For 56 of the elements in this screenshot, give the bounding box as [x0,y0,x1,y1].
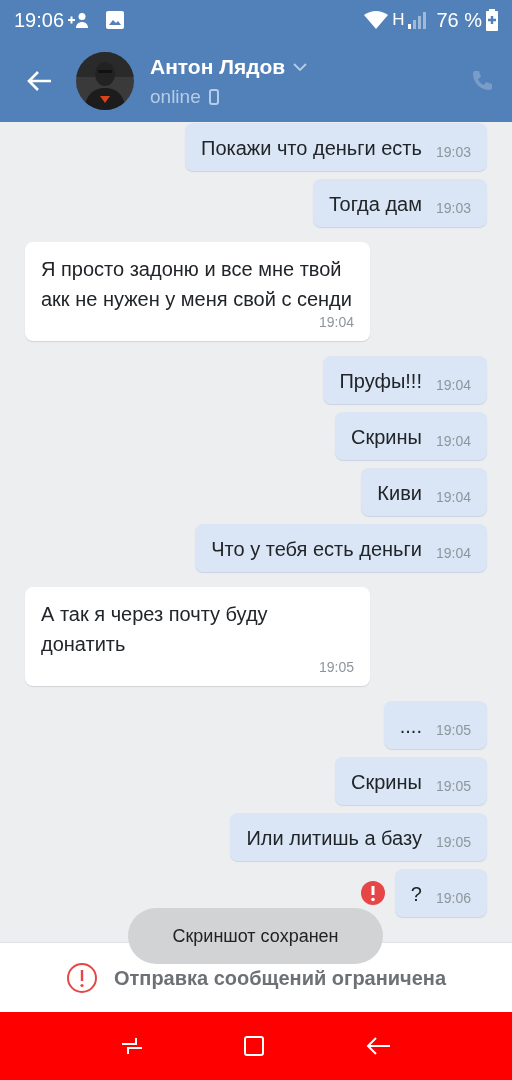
message-bubble[interactable]: Киви 19:04 [361,468,487,516]
message-text: ? [410,882,422,907]
back-nav-icon[interactable] [365,1035,391,1057]
message-bubble[interactable]: Или литишь а базу 19:05 [230,813,487,861]
message-bubble[interactable]: Пруфы!!! 19:04 [323,356,487,404]
message-time: 19:04 [435,376,471,395]
message-bubble[interactable]: Я просто задоню и все мне твой акк не нужен у меня свой с сенди 19:04 [25,242,370,341]
message-bubble[interactable]: Что у тебя есть деньги 19:04 [195,524,487,572]
message-bubble[interactable]: .... 19:05 [383,701,487,749]
error-icon[interactable] [360,881,385,905]
message-time: 19:05 [435,777,471,796]
home-icon[interactable] [243,1035,265,1057]
message-text: Покажи что деньги есть [201,136,422,161]
add-contact-icon [68,12,91,28]
message-bubble[interactable]: Покажи что деньги есть 19:03 [185,123,487,171]
message-time: 19:05 [435,833,471,852]
message-time: 19:04 [318,313,354,332]
message-text: Скрины [351,425,422,450]
chevron-down-icon[interactable] [293,62,308,71]
message-time: 19:06 [435,889,471,908]
signal-icon [408,11,429,29]
wifi-icon [364,11,389,29]
presence-status: online [150,84,201,109]
message-bubble[interactable]: Скрины 19:05 [335,757,487,805]
phone-device-icon [208,88,219,105]
battery-charging-icon [486,9,498,31]
back-icon[interactable] [26,70,52,92]
message-bubble[interactable]: Скрины 19:04 [335,412,487,460]
warning-icon [65,961,98,994]
message-text: .... [399,714,422,739]
message-text: Тогда дам [328,192,422,217]
message-text: А так я через почту буду донатить [41,603,268,655]
battery-level: 76 % [436,8,482,33]
contact-name[interactable]: Антон Лядов [150,51,286,83]
message-text: Скрины [351,770,422,795]
message-bubble[interactable]: Тогда дам 19:03 [312,179,487,227]
toast: Скриншот сохранен [128,908,383,964]
message-time: 19:03 [435,199,471,218]
network-type: H [392,9,405,32]
message-time: 19:05 [318,658,354,677]
recent-apps-icon[interactable] [121,1035,143,1057]
image-icon [106,11,125,29]
status-time: 19:06 [14,8,65,33]
message-time: 19:05 [435,721,471,740]
message-time: 19:04 [435,488,471,507]
restriction-notice: Отправка сообщений ограничена [113,965,447,991]
message-time: 19:04 [435,544,471,563]
message-time: 19:03 [435,143,471,162]
message-text: Или литишь а базу [246,826,422,851]
message-bubble[interactable]: А так я через почту буду донатить 19:05 [25,587,370,686]
message-text: Что у тебя есть деньги [211,537,422,562]
message-text: Я просто задоню и все мне твой акк не нужен у меня свой с сенди [41,258,352,310]
message-bubble[interactable]: ? 19:06 [394,869,487,917]
message-time: 19:04 [435,432,471,451]
message-text: Пруфы!!! [339,369,422,394]
message-text: Киви [377,481,422,506]
